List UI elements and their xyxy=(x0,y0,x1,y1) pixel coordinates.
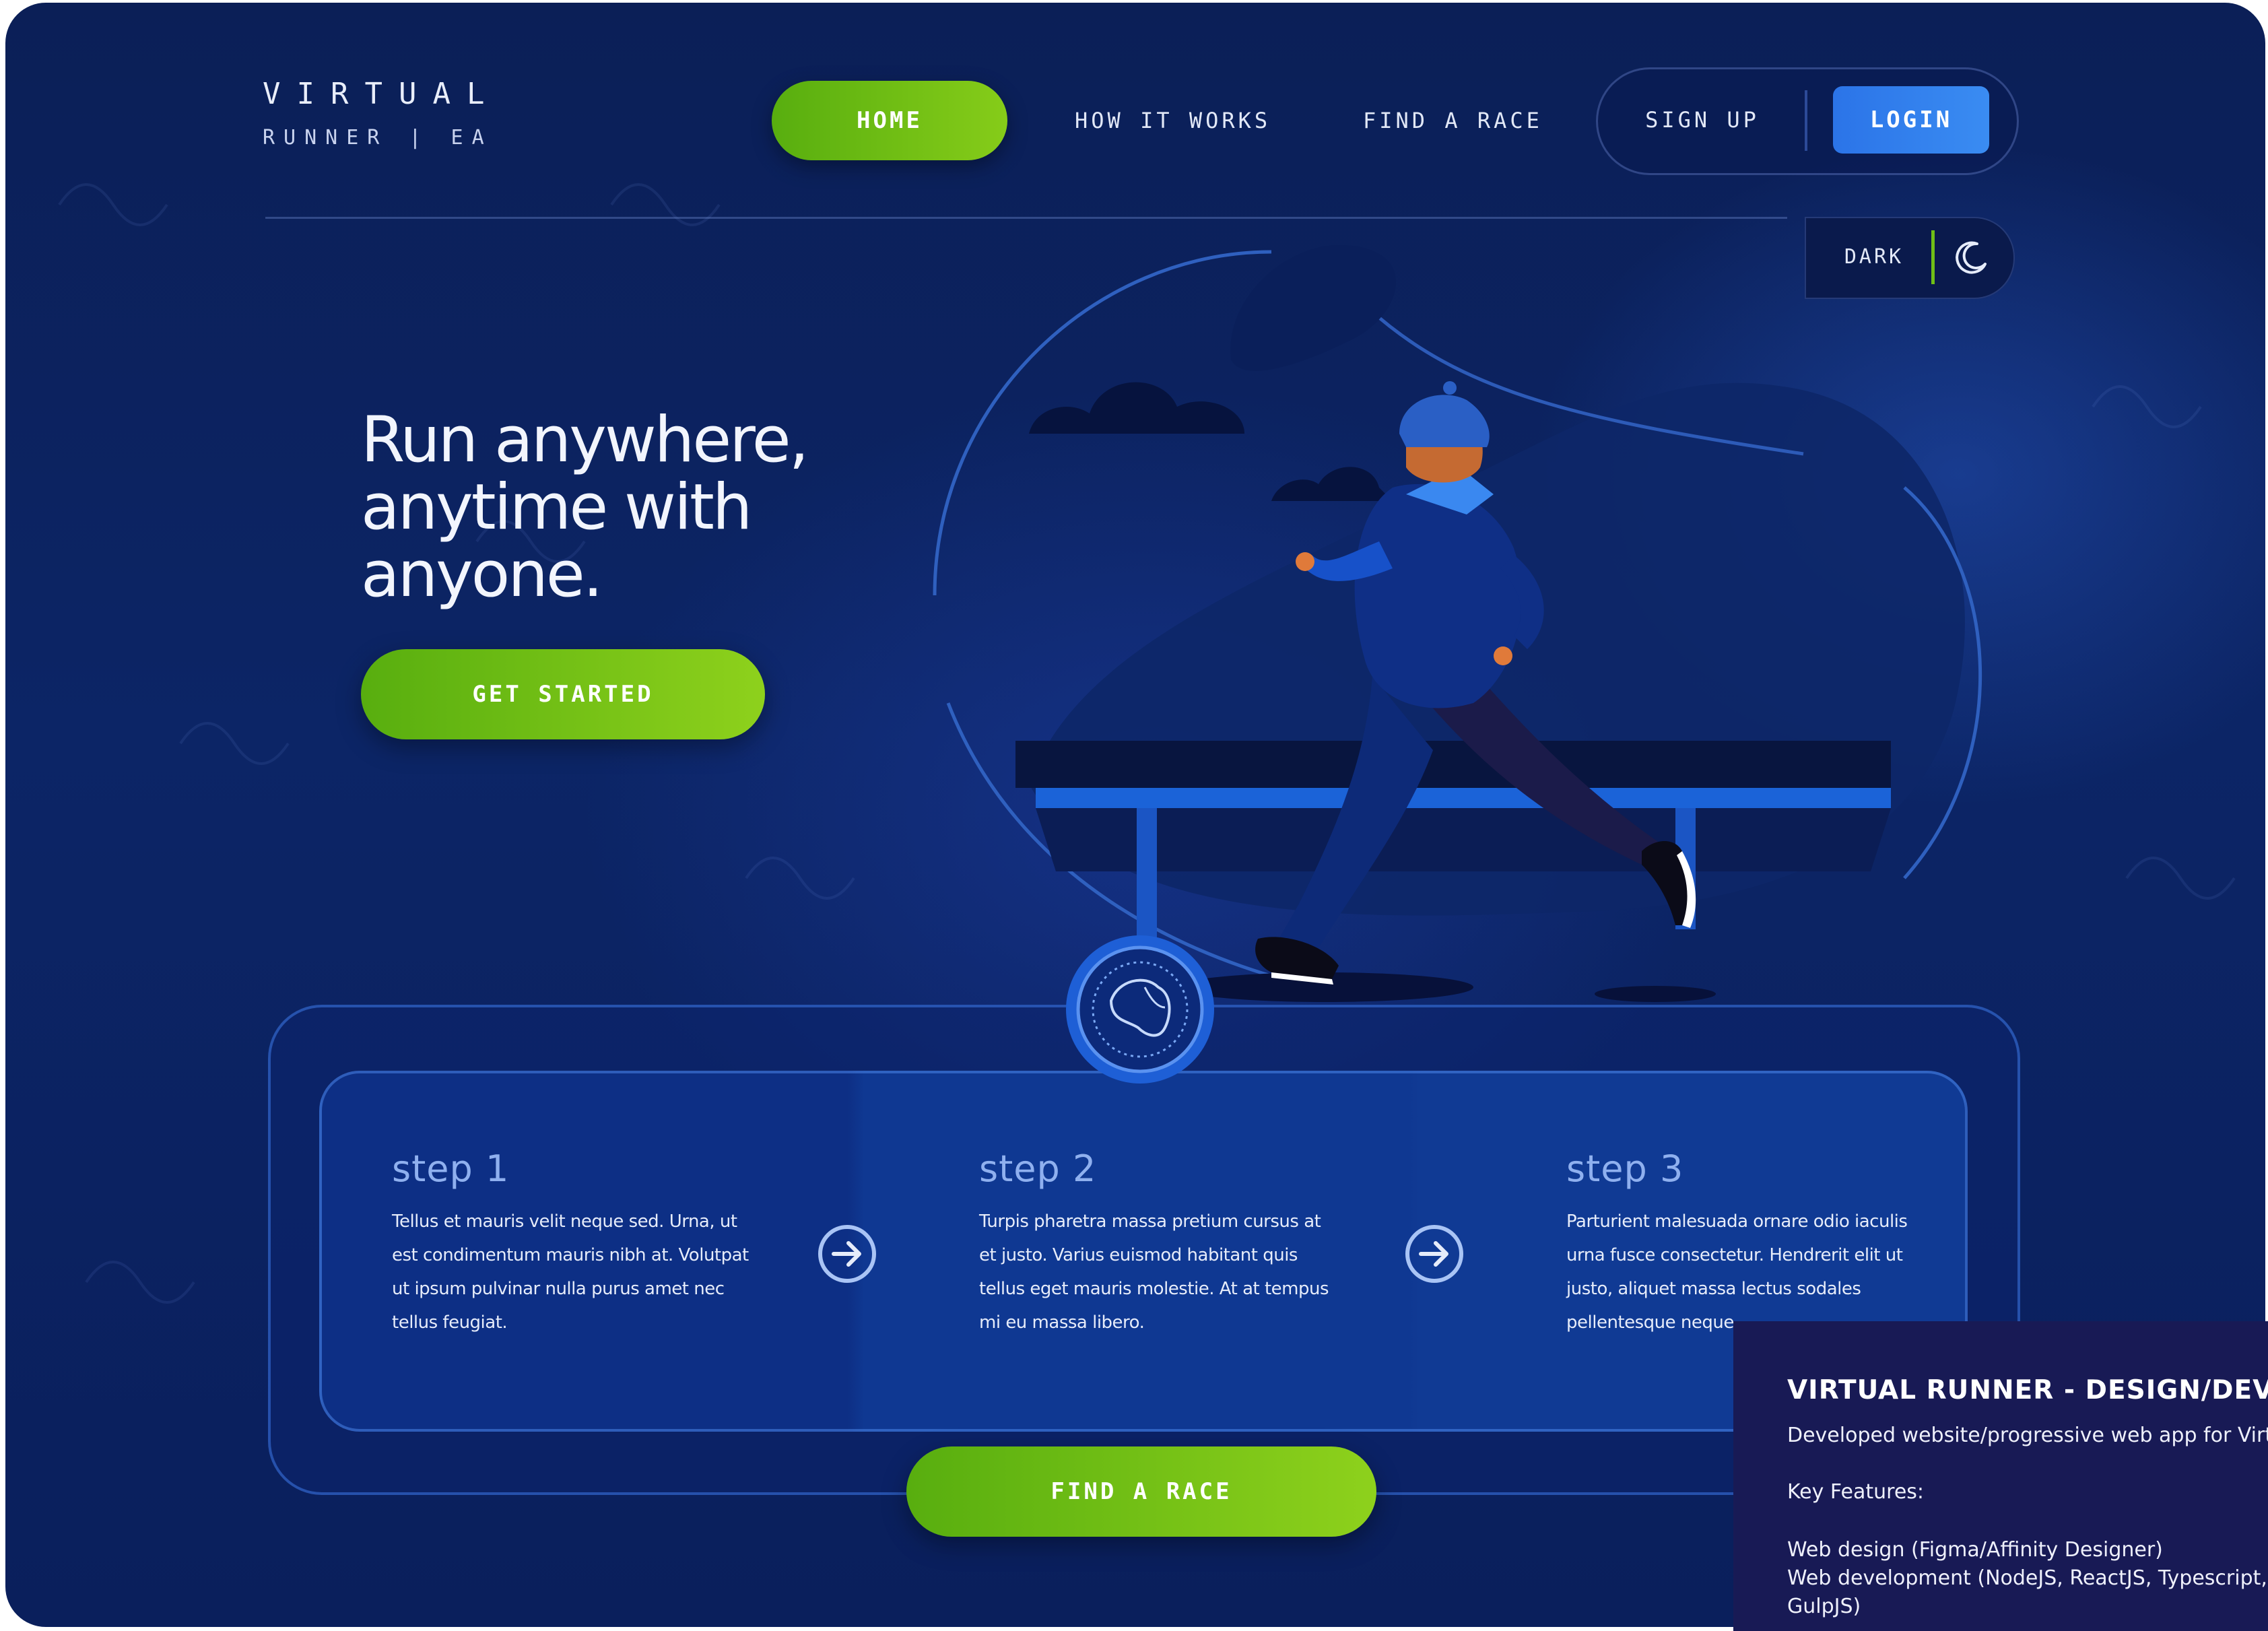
step-title: step 2 xyxy=(979,1147,1097,1190)
project-info-title: VIRTUAL RUNNER - DESIGN/DEVELO xyxy=(1787,1375,2268,1405)
sign-up-button[interactable]: SIGN UP xyxy=(1615,84,1790,156)
step-description-line: Turpis pharetra massa pretium cursus at xyxy=(979,1211,1321,1232)
step-description-line: et justo. Varius euismod habitant quis xyxy=(979,1245,1298,1265)
project-info-feature: Web design (Figma/Affinity Designer) xyxy=(1787,1538,2163,1562)
arrow-right-circle-icon[interactable] xyxy=(816,1223,878,1285)
step-description-line: justo, aliquet massa lectus sodales xyxy=(1566,1279,1861,1299)
login-button[interactable]: LOGIN xyxy=(1833,86,1989,154)
step-2: step 2 Turpis pharetra massa pretium cur… xyxy=(979,1147,1356,1339)
brand-logo-line1: VIRTUAL xyxy=(263,77,501,111)
step-description-line: urna fusce consectetur. Hendrerit elit u… xyxy=(1566,1245,1903,1265)
runner-illustration xyxy=(933,245,1982,1002)
project-info-features-heading: Key Features: xyxy=(1787,1480,1925,1504)
project-info-feature: Web development (NodeJS, ReactJS, Typesc… xyxy=(1787,1566,2268,1590)
project-info-panel: VIRTUAL RUNNER - DESIGN/DEVELO Developed… xyxy=(1733,1321,2268,1631)
step-description: Turpis pharetra massa pretium cursus at … xyxy=(979,1205,1356,1339)
hero-title-line: Run anywhere, xyxy=(361,403,809,477)
globe-badge-icon xyxy=(1066,935,1214,1084)
auth-divider xyxy=(1805,90,1807,151)
step-description-line: tellus eget mauris molestie. At at tempu… xyxy=(979,1279,1329,1299)
get-started-button[interactable]: GET STARTED xyxy=(361,649,765,739)
find-a-race-button[interactable]: FIND A RACE xyxy=(906,1446,1376,1537)
hero-title-line: anytime with xyxy=(361,471,753,544)
step-description-line: est condimentum mauris nibh at. Volutpat xyxy=(392,1245,749,1265)
step-description-line: ut ipsum pulvinar nulla purus amet nec xyxy=(392,1279,725,1299)
step-description-line: tellus feugiat. xyxy=(392,1312,508,1333)
step-description: Parturient malesuada ornare odio iaculis… xyxy=(1566,1205,1943,1339)
nav-home-button[interactable]: HOME xyxy=(772,81,1007,160)
step-description: Tellus et mauris velit neque sed. Urna, … xyxy=(392,1205,769,1339)
step-description-line: Parturient malesuada ornare odio iaculis xyxy=(1566,1211,1908,1232)
step-title: step 3 xyxy=(1566,1147,1684,1190)
step-description-line: Tellus et mauris velit neque sed. Urna, … xyxy=(392,1211,737,1232)
hero-title: Run anywhere, anytime with anyone. xyxy=(361,407,873,609)
brand-logo[interactable]: VIRTUAL RUNNER | EA xyxy=(263,77,500,149)
hero-title-line: anyone. xyxy=(361,538,603,611)
step-1: step 1 Tellus et mauris velit neque sed.… xyxy=(392,1147,769,1339)
header-divider xyxy=(265,217,1787,219)
step-description-line: mi eu massa libero. xyxy=(979,1312,1145,1333)
project-info-feature: GulpJS) xyxy=(1787,1595,1861,1618)
nav-how-it-works-link[interactable]: HOW IT WORKS xyxy=(1075,81,1271,160)
arrow-right-circle-icon[interactable] xyxy=(1403,1223,1465,1285)
brand-logo-line2: RUNNER | EA xyxy=(263,126,493,149)
step-title: step 1 xyxy=(392,1147,510,1190)
step-3: step 3 Parturient malesuada ornare odio … xyxy=(1566,1147,1943,1339)
nav-find-a-race-link[interactable]: FIND A RACE xyxy=(1363,81,1543,160)
project-info-description: Developed website/progressive web app fo… xyxy=(1787,1424,2268,1447)
